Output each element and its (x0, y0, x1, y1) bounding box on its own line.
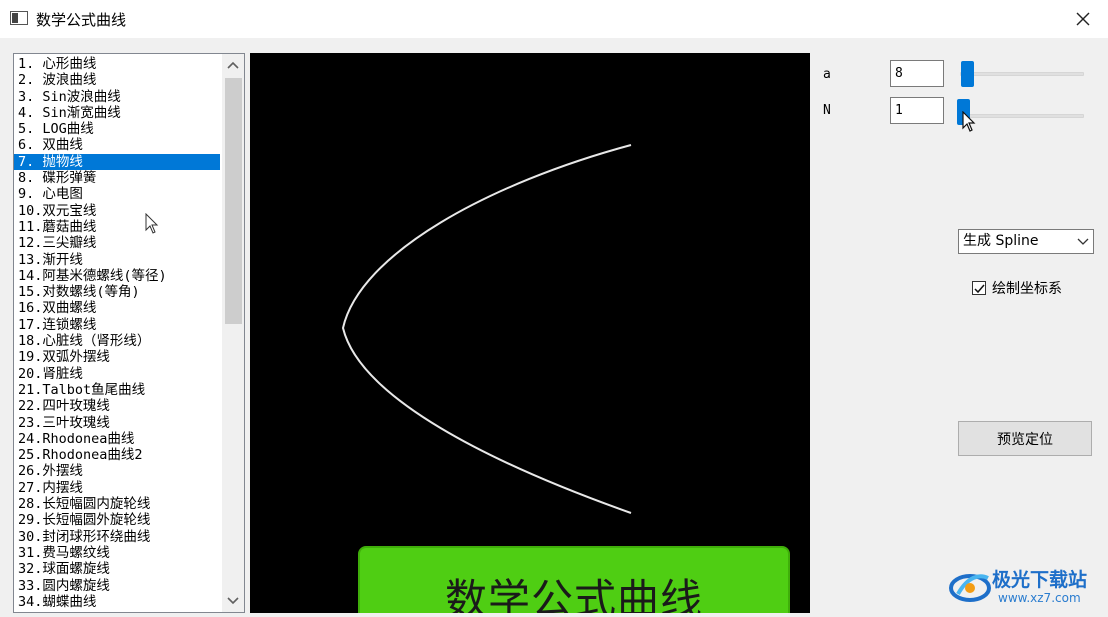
list-scrollbar[interactable] (222, 54, 244, 612)
banner-text: 数学公式曲线 (444, 575, 703, 613)
list-item[interactable]: 17.连锁螺线 (14, 317, 220, 333)
list-item[interactable]: 12.三尖瓣线 (14, 235, 220, 251)
list-item[interactable]: 3. Sin波浪曲线 (14, 89, 220, 105)
param-n-label: N (823, 103, 831, 118)
param-a-slider-track[interactable] (960, 72, 1084, 76)
watermark: 极光下载站 www.xz7.com (948, 562, 1104, 612)
list-item[interactable]: 8. 碟形弹簧 (14, 170, 220, 186)
close-icon (1076, 12, 1090, 26)
list-item[interactable]: 23.三叶玫瑰线 (14, 415, 220, 431)
list-item[interactable]: 22.四叶玫瑰线 (14, 398, 220, 414)
list-item[interactable]: 4. Sin渐宽曲线 (14, 105, 220, 121)
list-item[interactable]: 14.阿基米德螺线(等径) (14, 268, 220, 284)
curve-canvas[interactable]: 数学公式曲线 (250, 53, 810, 613)
watermark-logo-icon (949, 574, 991, 602)
list-item[interactable]: 15.对数螺线(等角) (14, 284, 220, 300)
list-item[interactable]: 5. LOG曲线 (14, 121, 220, 137)
list-item[interactable]: 27.内摆线 (14, 480, 220, 496)
close-button[interactable] (1070, 6, 1096, 32)
title-banner: 数学公式曲线 (358, 546, 790, 613)
list-item[interactable]: 21.Talbot鱼尾曲线 (14, 382, 220, 398)
list-item[interactable]: 28.长短幅圆内旋轮线 (14, 496, 220, 512)
mouse-cursor-icon (962, 111, 976, 132)
parabola-curve-plot (341, 144, 632, 514)
param-n-slider-track[interactable] (960, 114, 1084, 118)
list-item[interactable]: 31.费马螺纹线 (14, 545, 220, 561)
list-item[interactable]: 10.双元宝线 (14, 203, 220, 219)
param-a-input[interactable]: 8 (890, 60, 944, 87)
parabola-curve (341, 144, 632, 514)
axes-checkbox[interactable] (972, 281, 986, 295)
mouse-cursor-icon (145, 213, 159, 234)
axes-checkbox-label: 绘制坐标系 (992, 281, 1062, 297)
app-window: 数学公式曲线 1. 心形曲线 2. 波浪曲线 3. Sin波浪曲线 4. Sin渐宽曲… (0, 0, 1108, 617)
param-a-label: a (823, 67, 831, 82)
app-window-icon (10, 11, 28, 25)
watermark-url-text: www.xz7.com (998, 591, 1081, 605)
list-item[interactable]: 19.双弧外摆线 (14, 349, 220, 365)
title-bar: 数学公式曲线 (0, 0, 1108, 38)
list-item[interactable]: 7. 抛物线 (14, 153, 220, 171)
param-n-input[interactable]: 1 (890, 97, 944, 124)
list-item[interactable]: 20.肾脏线 (14, 366, 220, 382)
list-item[interactable]: 32.球面螺旋线 (14, 561, 220, 577)
list-item[interactable]: 26.外摆线 (14, 463, 220, 479)
list-item[interactable]: 2. 波浪曲线 (14, 72, 220, 88)
curve-list[interactable]: 1. 心形曲线 2. 波浪曲线 3. Sin波浪曲线 4. Sin渐宽曲线 5. LOG… (13, 53, 245, 613)
chevron-up-icon (227, 61, 239, 69)
list-item[interactable]: 34.蝴蝶曲线 (14, 594, 220, 610)
list-item[interactable]: 16.双曲螺线 (14, 300, 220, 316)
list-item[interactable]: 6. 双曲线 (14, 137, 220, 153)
checkmark-icon (973, 284, 985, 293)
list-item[interactable]: 24.Rhodonea曲线 (14, 431, 220, 447)
mode-select[interactable]: 生成 Spline (958, 229, 1094, 254)
list-item[interactable]: 33.圆内螺旋线 (14, 578, 220, 594)
chevron-down-icon (1077, 238, 1089, 245)
axes-checkbox-row[interactable]: 绘制坐标系 (972, 278, 1062, 298)
list-item[interactable]: 29.长短幅圆外旋轮线 (14, 512, 220, 528)
list-item[interactable]: 1. 心形曲线 (14, 56, 220, 72)
list-item[interactable]: 25.Rhodonea曲线2 (14, 447, 220, 463)
curve-list-items: 1. 心形曲线 2. 波浪曲线 3. Sin波浪曲线 4. Sin渐宽曲线 5. LOG… (14, 56, 220, 610)
window-title: 数学公式曲线 (36, 11, 127, 29)
list-item[interactable]: 9. 心电图 (14, 186, 220, 202)
chevron-down-icon (227, 597, 239, 605)
list-item[interactable]: 13.渐开线 (14, 252, 220, 268)
mode-select-value: 生成 Spline (963, 233, 1039, 249)
scroll-up-button[interactable] (222, 54, 244, 76)
watermark-main-text: 极光下载站 (992, 569, 1088, 591)
scroll-thumb[interactable] (225, 78, 242, 324)
scroll-down-button[interactable] (222, 590, 244, 612)
list-item[interactable]: 30.封闭球形环绕曲线 (14, 529, 220, 545)
list-item[interactable]: 11.蘑菇曲线 (14, 219, 220, 235)
list-item[interactable]: 18.心脏线（肾形线） (14, 333, 220, 349)
param-a-slider-thumb[interactable] (961, 61, 975, 87)
preview-button[interactable]: 预览定位 (958, 421, 1092, 456)
